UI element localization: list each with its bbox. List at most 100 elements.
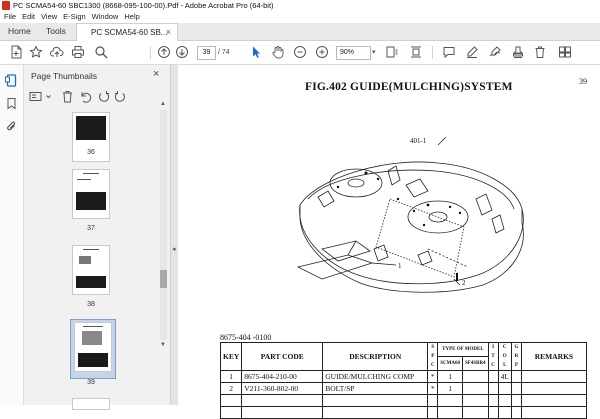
col-col-header: C O L xyxy=(497,342,512,371)
options-dropdown-icon[interactable] xyxy=(42,90,51,103)
page-fit-icon[interactable] xyxy=(385,45,399,59)
thumbnail-title-line xyxy=(83,173,99,174)
page-number-input[interactable]: 39 xyxy=(197,46,216,60)
page-thumbnails-icon[interactable] xyxy=(5,74,18,87)
col-itc-header: I T C xyxy=(487,342,499,371)
scroll-down-arrow-icon[interactable]: ▼ xyxy=(160,342,166,348)
create-pdf-icon[interactable] xyxy=(9,45,23,59)
row-itc xyxy=(487,370,499,383)
row-model-b xyxy=(462,382,489,395)
figure-title: FIG.402 GUIDE(MULCHING)SYSTEM xyxy=(305,81,513,93)
bookmark-star-icon[interactable] xyxy=(29,45,43,59)
print-icon[interactable] xyxy=(71,45,85,59)
rotate-counterclockwise-icon[interactable] xyxy=(97,90,110,103)
thumbnail-title-line xyxy=(83,249,99,250)
highlight-pen-icon[interactable] xyxy=(465,45,479,59)
stamp-icon[interactable] xyxy=(511,45,525,59)
row-key: 2 xyxy=(219,382,243,395)
scroll-up-arrow-icon[interactable]: ▲ xyxy=(160,101,166,107)
thumbnail-drawing xyxy=(79,256,91,264)
rotate-page-icon[interactable] xyxy=(79,90,92,103)
hand-tool-icon[interactable] xyxy=(271,45,285,59)
table-row-empty xyxy=(219,406,587,419)
table-row: 2 V211-360-802-00 BOLT/SP * 1 xyxy=(219,382,587,395)
tab-bar: Home Tools PC SCMA54-60 SB... × xyxy=(0,23,600,42)
select-cursor-icon[interactable] xyxy=(249,45,263,59)
col-part-code-header: PART CODE xyxy=(241,342,324,371)
row-key: 1 xyxy=(219,370,243,383)
panel-title: Page Thumbnails xyxy=(31,71,97,81)
menu-bar: File Edit View E-Sign Window Help xyxy=(0,11,600,23)
col-description-header: DESCRIPTION xyxy=(322,342,429,371)
row-part-code: V211-360-802-00 xyxy=(241,382,324,395)
row-spc: * xyxy=(427,370,439,383)
row-description: GUIDE/MULCHING COMP xyxy=(322,370,429,383)
col-model-b-header: SF4SBR4 xyxy=(462,356,489,371)
parts-table: KEY PART CODE DESCRIPTION S P C TYPE OF … xyxy=(219,342,587,419)
upload-cloud-icon[interactable] xyxy=(50,45,64,59)
zoom-out-icon[interactable] xyxy=(293,45,307,59)
page-thumbnails-panel: Page Thumbnails × 36 37 38 39 xyxy=(24,65,170,410)
options-menu-icon[interactable] xyxy=(29,90,42,103)
organize-pages-icon[interactable] xyxy=(558,45,572,59)
zoom-level-input[interactable]: 90% xyxy=(336,46,371,60)
col-spc-header: S P C xyxy=(427,342,439,371)
col-model-a-header: SCMA60 xyxy=(437,356,463,371)
row-remarks xyxy=(520,370,587,383)
thumbnail-scrollbar[interactable]: ▲ ▼ xyxy=(160,101,167,348)
delete-trash-icon[interactable] xyxy=(533,45,547,59)
thumbnail-drawing xyxy=(82,331,102,345)
table-header-row: KEY PART CODE DESCRIPTION S P C TYPE OF … xyxy=(219,342,587,371)
menu-help[interactable]: Help xyxy=(121,11,142,23)
col-key-header: KEY xyxy=(219,342,243,371)
delete-page-icon[interactable] xyxy=(61,90,74,103)
page-thumbnail-37[interactable] xyxy=(72,169,110,219)
toolbar-separator xyxy=(432,46,433,59)
mulching-guide-drawing: 401-1 1 2 xyxy=(296,136,524,293)
row-description: BOLT/SP xyxy=(322,382,429,395)
row-qty: 1 xyxy=(437,382,463,395)
close-panel-icon[interactable]: × xyxy=(153,68,159,80)
row-col xyxy=(497,382,512,395)
tab-tools[interactable]: Tools xyxy=(38,23,74,40)
scrollbar-thumb[interactable] xyxy=(160,270,167,288)
document-page-number: 39 xyxy=(579,77,587,86)
row-qty: 1 xyxy=(437,370,463,383)
thumbnail-table-block xyxy=(76,276,106,288)
rotate-clockwise-icon[interactable] xyxy=(114,90,127,103)
next-page-icon[interactable] xyxy=(175,45,189,59)
previous-page-icon[interactable] xyxy=(157,45,171,59)
comment-icon[interactable] xyxy=(442,45,456,59)
callout-2: 2 xyxy=(462,279,466,287)
menu-edit[interactable]: Edit xyxy=(19,11,38,23)
page-thumbnail-38[interactable] xyxy=(72,245,110,295)
tab-home[interactable]: Home xyxy=(0,23,39,40)
row-model-b xyxy=(462,370,489,383)
thumbnail-page-number: 37 xyxy=(87,225,95,232)
acrobat-app-icon xyxy=(2,1,10,10)
document-tab-label: PC SCMA54-60 SB... xyxy=(91,28,168,37)
thumbnail-page-number: 38 xyxy=(87,301,95,308)
row-grp xyxy=(510,382,522,395)
main-toolbar: 39 / 74 90% ▾ xyxy=(0,41,600,65)
scroll-mode-icon[interactable] xyxy=(409,45,423,59)
bookmarks-icon[interactable] xyxy=(5,97,18,110)
menu-window[interactable]: Window xyxy=(89,11,122,23)
row-remarks xyxy=(520,382,587,395)
page-thumbnail-next[interactable] xyxy=(72,398,110,410)
menu-file[interactable]: File xyxy=(0,11,19,23)
part-reference-code: 8675-404 -0100 xyxy=(220,333,272,342)
menu-view[interactable]: View xyxy=(38,11,60,23)
tab-document[interactable]: PC SCMA54-60 SB... × xyxy=(76,23,178,42)
page-total: / 74 xyxy=(218,49,230,56)
close-tab-icon[interactable]: × xyxy=(166,24,171,41)
collapse-panel-arrow-icon[interactable]: ◂ xyxy=(172,245,176,253)
zoom-in-icon[interactable] xyxy=(315,45,329,59)
page-thumbnail-39[interactable] xyxy=(74,322,112,372)
zoom-dropdown-icon[interactable]: ▾ xyxy=(372,46,376,59)
search-icon[interactable] xyxy=(94,45,108,59)
menu-esign[interactable]: E-Sign xyxy=(60,11,89,23)
attachments-paperclip-icon[interactable] xyxy=(5,120,18,133)
col-remarks-header: REMARKS xyxy=(520,342,587,371)
fill-sign-icon[interactable] xyxy=(488,45,502,59)
